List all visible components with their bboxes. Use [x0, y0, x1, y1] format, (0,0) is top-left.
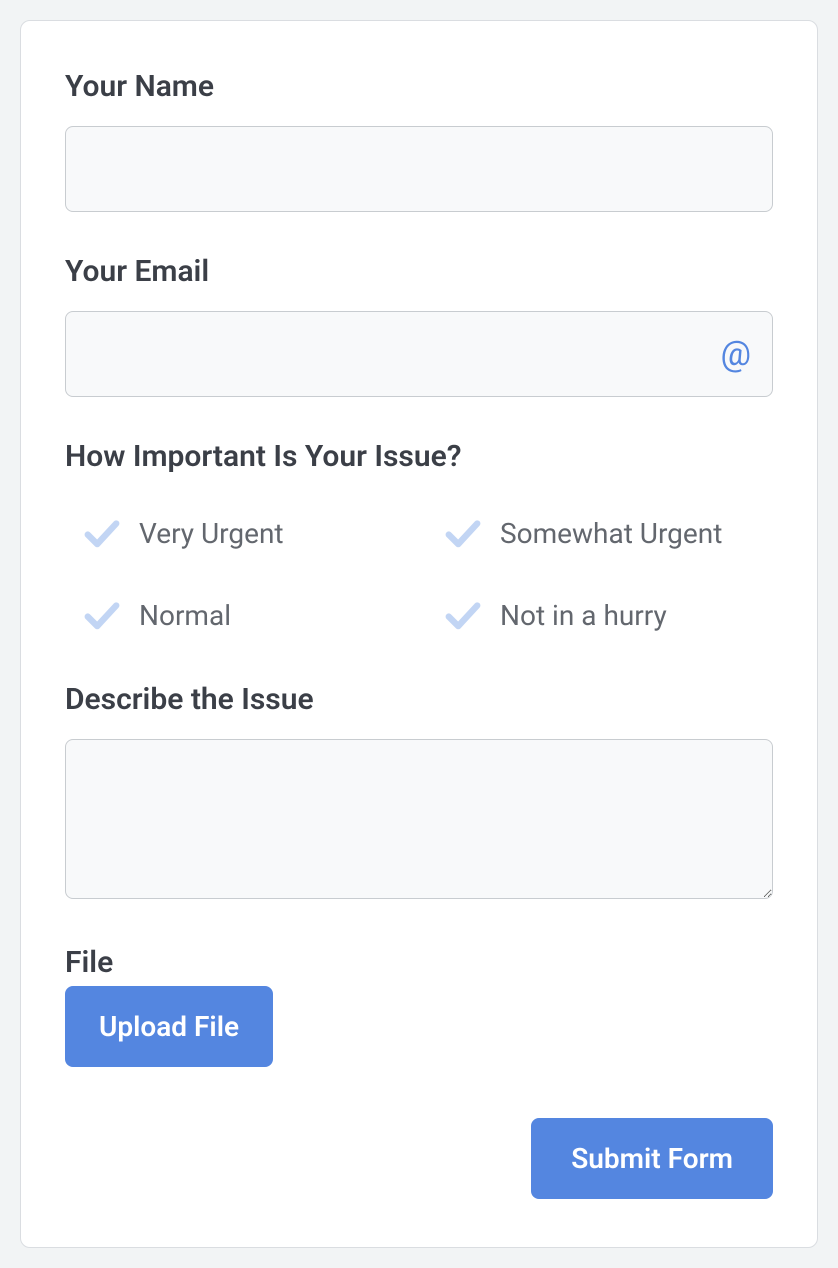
page-root: Your Name Your Email @ How Important Is … [0, 0, 838, 1268]
importance-option-label: Somewhat Urgent [500, 517, 722, 550]
file-label: File [65, 945, 773, 980]
importance-label: How Important Is Your Issue? [65, 439, 773, 474]
importance-options: Very Urgent Somewhat Urgent Normal [65, 496, 773, 640]
upload-file-button[interactable]: Upload File [65, 986, 273, 1067]
importance-option-very-urgent[interactable]: Very Urgent [83, 514, 404, 552]
describe-textarea[interactable] [65, 739, 773, 899]
email-input-wrapper: @ [65, 311, 773, 397]
email-field: Your Email @ [65, 254, 773, 397]
submit-form-button[interactable]: Submit Form [531, 1118, 773, 1199]
name-field: Your Name [65, 69, 773, 212]
describe-label: Describe the Issue [65, 682, 773, 717]
importance-option-normal[interactable]: Normal [83, 596, 404, 634]
check-icon [444, 596, 482, 634]
importance-field: How Important Is Your Issue? Very Urgent… [65, 439, 773, 640]
submit-row: Submit Form [531, 1118, 773, 1199]
email-input[interactable] [65, 311, 773, 397]
name-input[interactable] [65, 126, 773, 212]
importance-option-label: Normal [139, 599, 231, 632]
check-icon [83, 596, 121, 634]
check-icon [444, 514, 482, 552]
name-label: Your Name [65, 69, 773, 104]
importance-option-somewhat-urgent[interactable]: Somewhat Urgent [444, 514, 765, 552]
file-field: File Upload File [65, 945, 773, 1067]
importance-option-label: Not in a hurry [500, 599, 667, 632]
importance-option-label: Very Urgent [139, 517, 284, 550]
check-icon [83, 514, 121, 552]
importance-option-not-in-a-hurry[interactable]: Not in a hurry [444, 596, 765, 634]
form-card: Your Name Your Email @ How Important Is … [20, 20, 818, 1248]
email-label: Your Email [65, 254, 773, 289]
describe-field: Describe the Issue [65, 682, 773, 903]
